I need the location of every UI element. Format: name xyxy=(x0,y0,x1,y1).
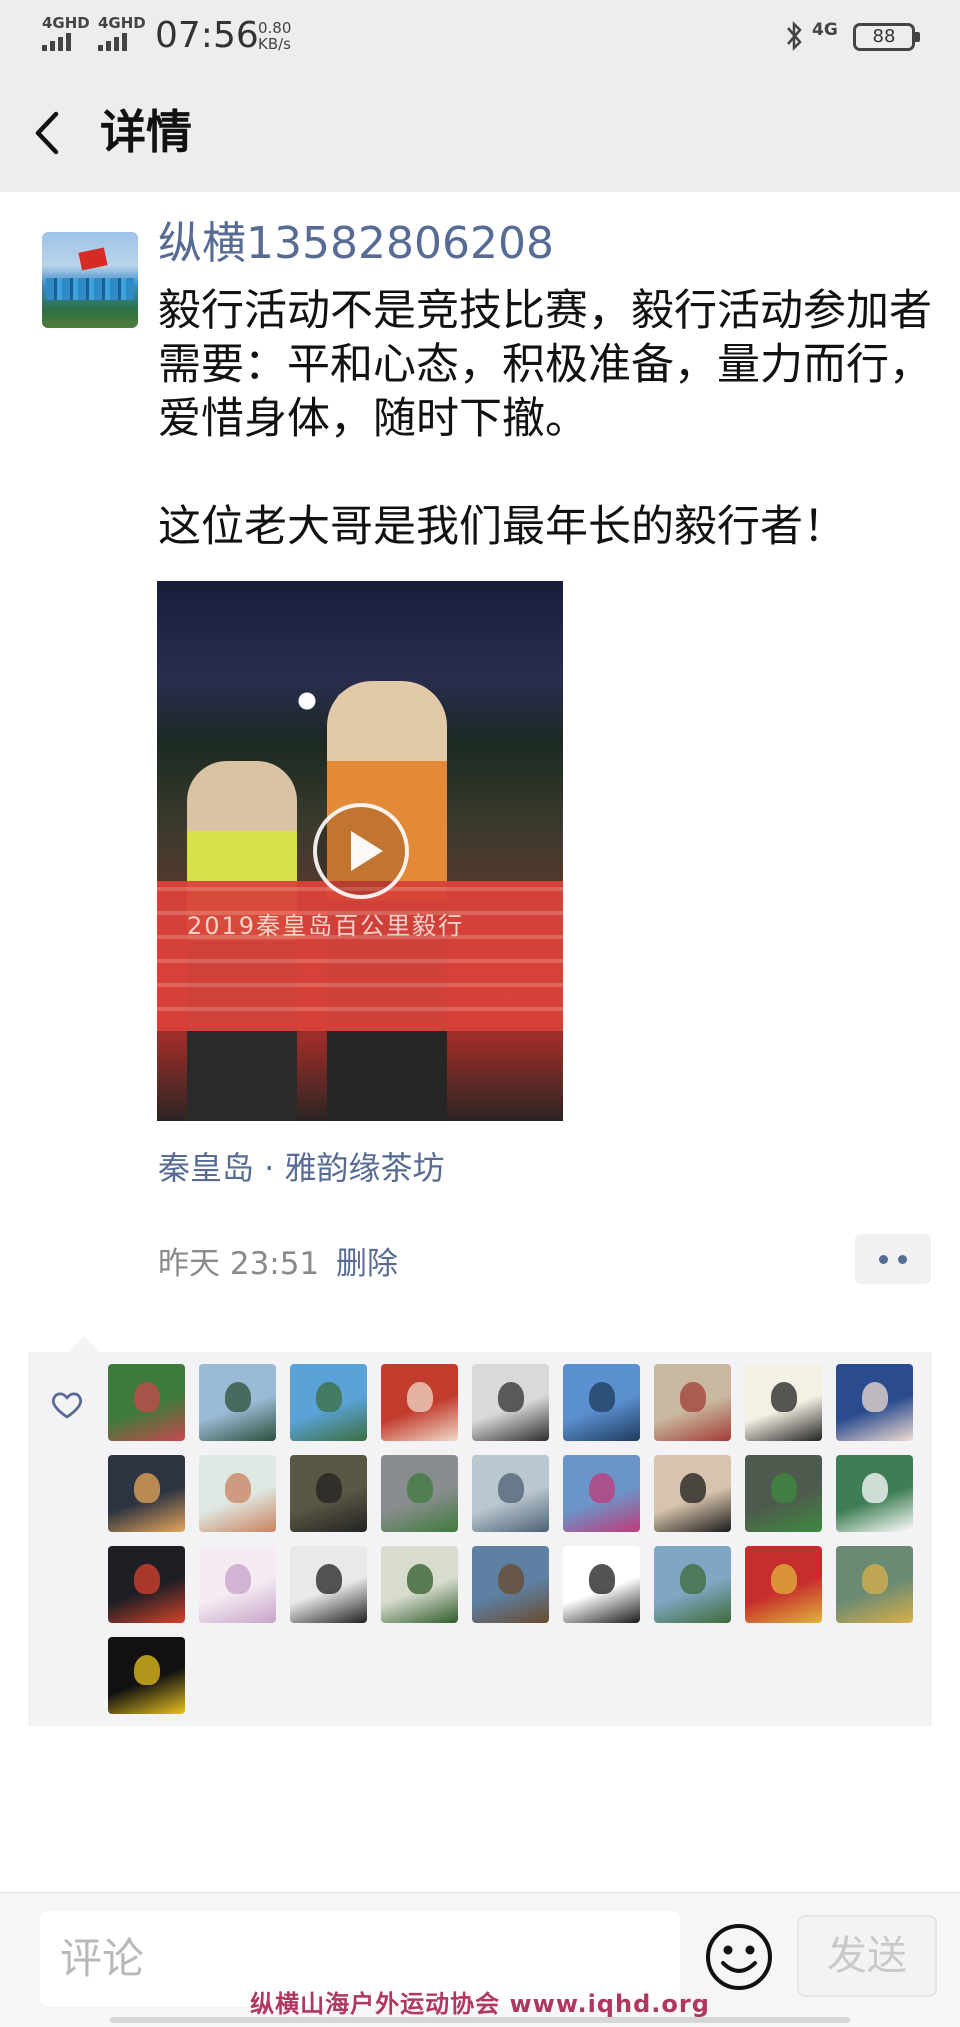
liker-avatar[interactable] xyxy=(199,1364,276,1441)
author-name[interactable]: 纵横13582806208 xyxy=(158,214,554,274)
likes-panel xyxy=(28,1336,932,1726)
liker-avatar[interactable] xyxy=(290,1364,367,1441)
heart-icon xyxy=(51,1392,83,1419)
liker-avatar[interactable] xyxy=(654,1364,731,1441)
liker-avatar[interactable] xyxy=(108,1364,185,1441)
liker-avatar[interactable] xyxy=(745,1455,822,1532)
liker-avatar[interactable] xyxy=(836,1364,913,1441)
liker-avatar[interactable] xyxy=(381,1546,458,1623)
video-banner-text: 2019秦皇岛百公里毅行 xyxy=(187,912,465,940)
send-button[interactable]: 发送 xyxy=(797,1915,937,1997)
liker-avatar[interactable] xyxy=(290,1455,367,1532)
liker-avatar[interactable] xyxy=(108,1546,185,1623)
home-indicator xyxy=(110,2017,850,2023)
post-video[interactable]: 2019秦皇岛百公里毅行 xyxy=(157,581,563,1121)
liker-avatar[interactable] xyxy=(108,1455,185,1532)
clock: 07:56 xyxy=(155,15,259,56)
author-avatar[interactable] xyxy=(42,232,138,328)
post-timestamp: 昨天 23:51 xyxy=(158,1246,320,1282)
liker-avatar[interactable] xyxy=(563,1364,640,1441)
liker-avatar[interactable] xyxy=(472,1546,549,1623)
watermark: 纵横山海户外运动协会 www.iqhd.org xyxy=(250,1990,710,2018)
liker-avatar[interactable] xyxy=(745,1364,822,1441)
network-type: 4G xyxy=(812,20,838,40)
liker-avatar[interactable] xyxy=(381,1455,458,1532)
liker-avatar[interactable] xyxy=(472,1364,549,1441)
back-arrow-icon[interactable] xyxy=(30,108,64,158)
liker-avatar[interactable] xyxy=(563,1546,640,1623)
liker-avatar[interactable] xyxy=(836,1455,913,1532)
post-location[interactable]: 秦皇岛 · 雅韵缘茶坊 xyxy=(158,1142,445,1194)
liker-avatar[interactable] xyxy=(108,1637,185,1714)
liker-avatar[interactable] xyxy=(199,1546,276,1623)
network-speed: 0.80 KB/s xyxy=(258,19,292,53)
liker-avatar[interactable] xyxy=(654,1546,731,1623)
liker-avatar[interactable] xyxy=(199,1455,276,1532)
signal-icon: 4GHD xyxy=(98,16,146,51)
liker-avatar[interactable] xyxy=(290,1546,367,1623)
liker-avatar[interactable] xyxy=(654,1455,731,1532)
nav-header: 详情 xyxy=(0,72,960,192)
status-bar: 4GHD 4GHD 07:56 0.80 KB/s 4G 88 xyxy=(0,0,960,72)
bluetooth-icon xyxy=(787,20,802,52)
delete-button[interactable]: 删除 xyxy=(336,1238,398,1290)
liker-avatar[interactable] xyxy=(745,1546,822,1623)
play-icon[interactable] xyxy=(313,803,409,899)
liker-avatar[interactable] xyxy=(472,1455,549,1532)
battery-level: 88 xyxy=(872,26,896,47)
more-actions-button[interactable] xyxy=(855,1234,931,1284)
page-title: 详情 xyxy=(100,105,192,159)
signal-icon: 4GHD xyxy=(42,16,90,51)
liker-avatar[interactable] xyxy=(836,1546,913,1623)
emoji-icon[interactable] xyxy=(703,1921,775,1993)
liker-avatar[interactable] xyxy=(563,1455,640,1532)
battery-icon: 88 xyxy=(853,23,920,51)
liker-avatar-grid xyxy=(108,1364,928,1714)
post-text: 毅行活动不是竞技比赛，毅行活动参加者需要：平和心态，积极准备，量力而行，爱惜身体… xyxy=(158,286,932,552)
liker-avatar[interactable] xyxy=(381,1364,458,1441)
